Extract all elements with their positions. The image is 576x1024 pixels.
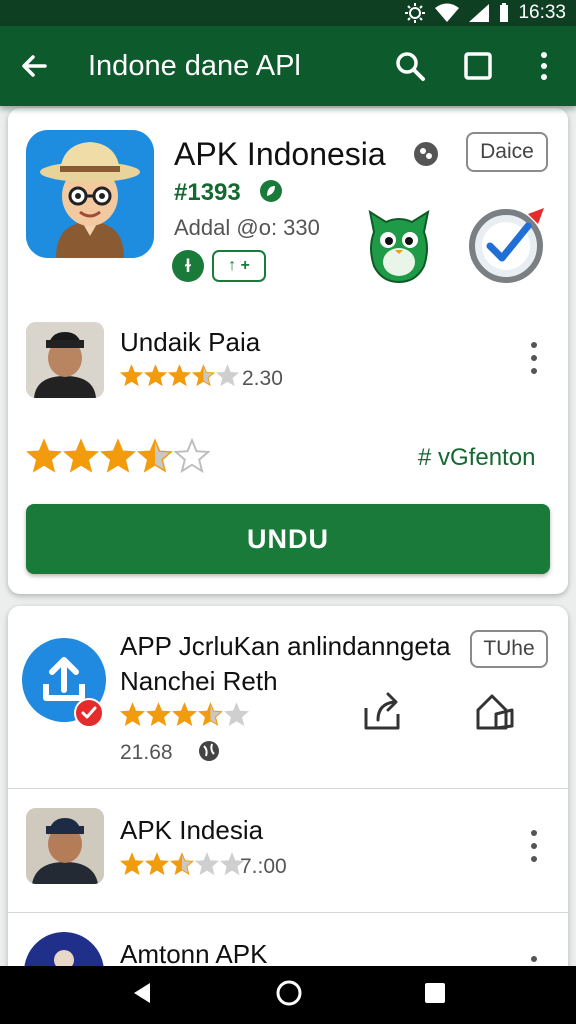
star-icon: [223, 702, 250, 731]
globe-icon: [198, 740, 220, 762]
navigation-bar: [0, 966, 576, 1024]
device-chip[interactable]: Daice: [466, 132, 548, 172]
featured-app-card: APK Indonesia Daice #1393 Addal @o: 330 …: [8, 108, 568, 594]
status-bar: 16:33: [0, 0, 576, 26]
badge-round: ɫ: [172, 250, 204, 282]
star-icon: [197, 702, 224, 731]
list-item-title: APK Indesia: [120, 815, 264, 845]
rating-stars[interactable]: [25, 437, 211, 478]
star-icon: [144, 852, 170, 880]
star-icon: [143, 364, 168, 391]
battery-icon: [498, 3, 510, 23]
star-icon: [119, 364, 144, 391]
back-nav-icon[interactable]: [130, 981, 154, 1010]
star-icon: [171, 702, 198, 731]
list-item-stars: [119, 702, 250, 731]
list-item-stars: [119, 852, 245, 880]
star-icon: [145, 702, 172, 731]
signal-icon: [468, 3, 490, 23]
square-icon[interactable]: [458, 46, 498, 86]
star-icon: [136, 438, 174, 478]
star-icon: [119, 702, 146, 731]
recents-nav-icon[interactable]: [424, 982, 446, 1009]
star-icon: [169, 852, 195, 880]
review-rating-value: 2.30: [242, 367, 283, 390]
list-item-chip[interactable]: TUhe: [470, 630, 548, 668]
settings-gear-status-icon: [404, 2, 426, 24]
divider: [8, 912, 568, 913]
star-icon: [215, 364, 240, 391]
back-arrow-icon[interactable]: [16, 48, 52, 84]
status-time: 16:33: [518, 2, 566, 23]
mascot-icon: [364, 208, 434, 284]
list-item-subtitle: Nanchei Reth: [120, 666, 278, 696]
star-icon: [191, 364, 216, 391]
star-icon: [167, 364, 192, 391]
star-icon: [119, 852, 145, 880]
app-icon-avatar[interactable]: [26, 130, 154, 258]
star-icon: [62, 438, 100, 478]
leaf-icon: [258, 178, 284, 204]
badge-box: ↑ +: [212, 250, 266, 282]
featured-app-title: APK Indonesia: [174, 136, 386, 172]
hashtag-label[interactable]: # vGfenton: [418, 442, 535, 474]
search-icon[interactable]: [390, 46, 430, 86]
app-list-card: APP JcrluKan anlindanngeta Nanchei Reth …: [8, 606, 568, 986]
review-stars: [119, 364, 240, 391]
more-vert-icon[interactable]: [524, 46, 564, 86]
home-nav-icon[interactable]: [275, 979, 303, 1012]
install-button[interactable]: UNDU: [26, 504, 550, 574]
share-icon[interactable]: [360, 688, 406, 734]
star-icon: [25, 438, 63, 478]
divider: [8, 788, 568, 789]
app-bar-title: Indone dane APl: [88, 50, 301, 82]
list-item-rating-value: 7.:00: [240, 855, 287, 878]
reviewer-name: Undaik Paia: [120, 327, 261, 357]
star-icon: [173, 437, 211, 478]
review-more-icon[interactable]: [522, 338, 546, 378]
verified-icon: [412, 140, 440, 168]
app-bar: Indone dane APl: [0, 26, 576, 106]
featured-meta: Addal @o: 330: [174, 215, 320, 240]
open-app-icon[interactable]: [472, 688, 518, 734]
list-item-rating-value: 21.68: [120, 741, 173, 764]
list-item-avatar: [26, 808, 104, 884]
wifi-icon: [434, 3, 460, 23]
list-item-title: APP JcrluKan anlindanngeta: [120, 631, 451, 661]
star-icon: [194, 852, 220, 880]
list-item-more-icon[interactable]: [522, 826, 546, 866]
checkmark-badge-icon: [468, 204, 548, 284]
reviewer-avatar[interactable]: [26, 322, 104, 398]
star-icon: [99, 438, 137, 478]
verified-check-icon: [74, 698, 104, 728]
featured-tag: #1393: [174, 179, 241, 206]
